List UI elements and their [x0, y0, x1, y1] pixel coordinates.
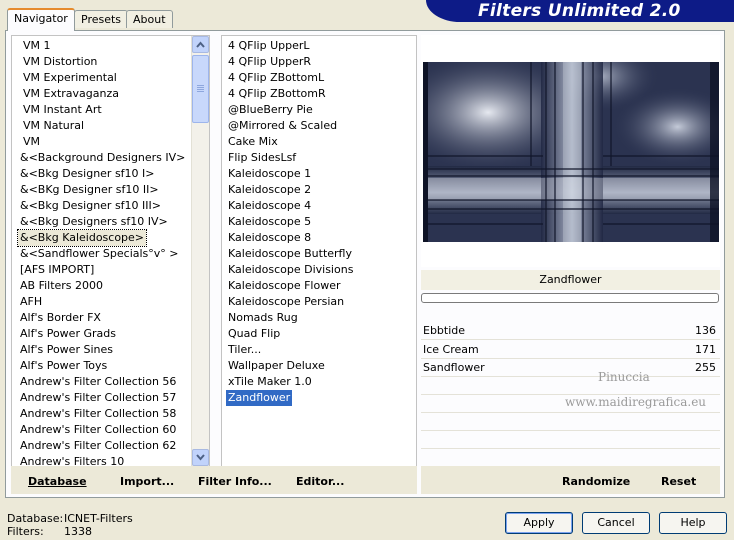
category-item[interactable]: &<Sandflower Specials°v° > — [18, 246, 181, 262]
category-item[interactable]: &<BKg Designer sf10 II> — [18, 182, 161, 198]
cancel-button[interactable]: Cancel — [582, 512, 650, 534]
category-item[interactable]: Andrew's Filter Collection 58 — [18, 406, 178, 422]
category-item[interactable]: VM Distortion — [21, 54, 99, 70]
parameter-panel: Ebbtide 136 Ice Cream 171 Sandflower 255 — [421, 322, 720, 467]
category-item[interactable]: VM Extravaganza — [21, 86, 121, 102]
scroll-thumb[interactable] — [192, 55, 209, 123]
category-item[interactable]: Andrew's Filter Collection 56 — [18, 374, 178, 390]
selected-filter-name: Zandflower — [421, 270, 720, 290]
filters-count: 1338 — [64, 525, 92, 538]
filter-item[interactable]: 4 QFlip ZBottomL — [226, 70, 326, 86]
filter-item[interactable]: Kaleidoscope 1 — [226, 166, 313, 182]
filter-item[interactable]: Zandflower — [226, 390, 293, 406]
app-title: Filters Unlimited 2.0 — [478, 1, 681, 21]
editor-button[interactable]: Editor... — [296, 474, 344, 490]
watermark-url: www.maidiregrafica.eu — [565, 395, 707, 409]
progress-bar — [421, 293, 719, 303]
param-row-empty — [421, 449, 720, 467]
database-button[interactable]: Database — [28, 474, 87, 490]
param-label: Ice Cream — [423, 343, 479, 356]
param-value: 171 — [695, 343, 716, 356]
apply-button[interactable]: Apply — [505, 512, 573, 534]
filter-item[interactable]: @Mirrored & Scaled — [226, 118, 339, 134]
category-item[interactable]: Andrew's Filter Collection 57 — [18, 390, 178, 406]
category-item[interactable]: VM Natural — [21, 118, 86, 134]
category-item[interactable]: Alf's Border FX — [18, 310, 103, 326]
category-item[interactable]: VM 1 — [21, 38, 53, 54]
filter-item[interactable]: 4 QFlip UpperR — [226, 54, 313, 70]
filter-item[interactable]: @BlueBerry Pie — [226, 102, 315, 118]
filter-item[interactable]: Kaleidoscope 4 — [226, 198, 313, 214]
category-item[interactable]: VM Experimental — [21, 70, 119, 86]
category-item[interactable]: Alf's Power Grads — [18, 326, 118, 342]
filter-item[interactable]: Kaleidoscope Flower — [226, 278, 343, 294]
category-item[interactable]: AB Filters 2000 — [18, 278, 105, 294]
param-row-empty — [421, 377, 720, 395]
category-item[interactable]: [AFS IMPORT] — [18, 262, 96, 278]
filter-item[interactable]: 4 QFlip UpperL — [226, 38, 312, 54]
scroll-down-button[interactable] — [192, 449, 209, 466]
filter-preview-image — [423, 62, 719, 242]
filters-label: Filters: — [7, 525, 44, 538]
database-label: Database: — [7, 512, 64, 525]
filter-item[interactable]: Kaleidoscope 2 — [226, 182, 313, 198]
tab-about[interactable]: About — [126, 10, 173, 28]
help-button[interactable]: Help — [659, 512, 727, 534]
reset-button[interactable]: Reset — [661, 474, 696, 490]
tab-navigator[interactable]: Navigator — [7, 8, 75, 31]
filter-item[interactable]: Quad Flip — [226, 326, 282, 342]
import-button[interactable]: Import... — [120, 474, 174, 490]
filter-item[interactable]: 4 QFlip ZBottomR — [226, 86, 328, 102]
param-label: Ebbtide — [423, 324, 466, 337]
category-scrollbar[interactable] — [191, 36, 209, 466]
category-item[interactable]: VM — [21, 134, 42, 150]
filter-list[interactable]: 4 QFlip UpperL 4 QFlip UpperR 4 QFlip ZBot… — [221, 35, 417, 467]
category-item[interactable]: &<Bkg Kaleidoscope> — [16, 229, 148, 247]
watermark-name: Pinuccia — [598, 370, 650, 384]
param-value: 255 — [695, 361, 716, 374]
filter-info-button[interactable]: Filter Info... — [198, 474, 272, 490]
category-item[interactable]: Alf's Power Sines — [18, 342, 115, 358]
randomize-button[interactable]: Randomize — [562, 474, 630, 490]
param-row-empty — [421, 431, 720, 449]
filter-item[interactable]: Kaleidoscope 5 — [226, 214, 313, 230]
category-item[interactable]: Alf's Power Toys — [18, 358, 109, 374]
category-item[interactable]: Andrew's Filter Collection 62 — [18, 438, 178, 454]
tab-presets[interactable]: Presets — [74, 10, 129, 28]
category-item[interactable]: AFH — [18, 294, 44, 310]
filter-item[interactable]: Tiler... — [226, 342, 263, 358]
category-item[interactable]: &<Background Designers IV> — [18, 150, 187, 166]
database-value: ICNET-Filters — [64, 512, 133, 525]
filter-item[interactable]: Kaleidoscope Divisions — [226, 262, 355, 278]
category-list[interactable]: VM 1 VM Distortion VM Experimental VM Extra… — [11, 35, 210, 467]
filter-item[interactable]: Nomads Rug — [226, 310, 300, 326]
chevron-up-icon — [196, 41, 205, 48]
category-item[interactable]: Andrew's Filter Collection 60 — [18, 422, 178, 438]
scroll-up-button[interactable] — [192, 36, 209, 53]
category-item[interactable]: VM Instant Art — [21, 102, 104, 118]
param-row-sandflower[interactable]: Sandflower 255 — [421, 359, 720, 377]
filter-item[interactable]: Kaleidoscope Persian — [226, 294, 346, 310]
chevron-down-icon — [196, 454, 205, 461]
param-row-ice-cream[interactable]: Ice Cream 171 — [421, 341, 720, 359]
param-value: 136 — [695, 324, 716, 337]
category-item[interactable]: &<Bkg Designer sf10 I> — [18, 166, 157, 182]
filter-item[interactable]: Kaleidoscope 8 — [226, 230, 313, 246]
category-item[interactable]: &<Bkg Designer sf10 III> — [18, 198, 163, 214]
param-label: Sandflower — [423, 361, 485, 374]
filter-item[interactable]: Cake Mix — [226, 134, 280, 150]
category-item[interactable]: &<Bkg Designers sf10 IV> — [18, 214, 170, 230]
filter-item[interactable]: Wallpaper Deluxe — [226, 358, 327, 374]
filter-item[interactable]: Flip SidesLsf — [226, 150, 298, 166]
param-row-ebbtide[interactable]: Ebbtide 136 — [421, 322, 720, 340]
param-row-empty — [421, 413, 720, 431]
filter-item[interactable]: Kaleidoscope Butterfly — [226, 246, 354, 262]
filter-item[interactable]: xTile Maker 1.0 — [226, 374, 314, 390]
